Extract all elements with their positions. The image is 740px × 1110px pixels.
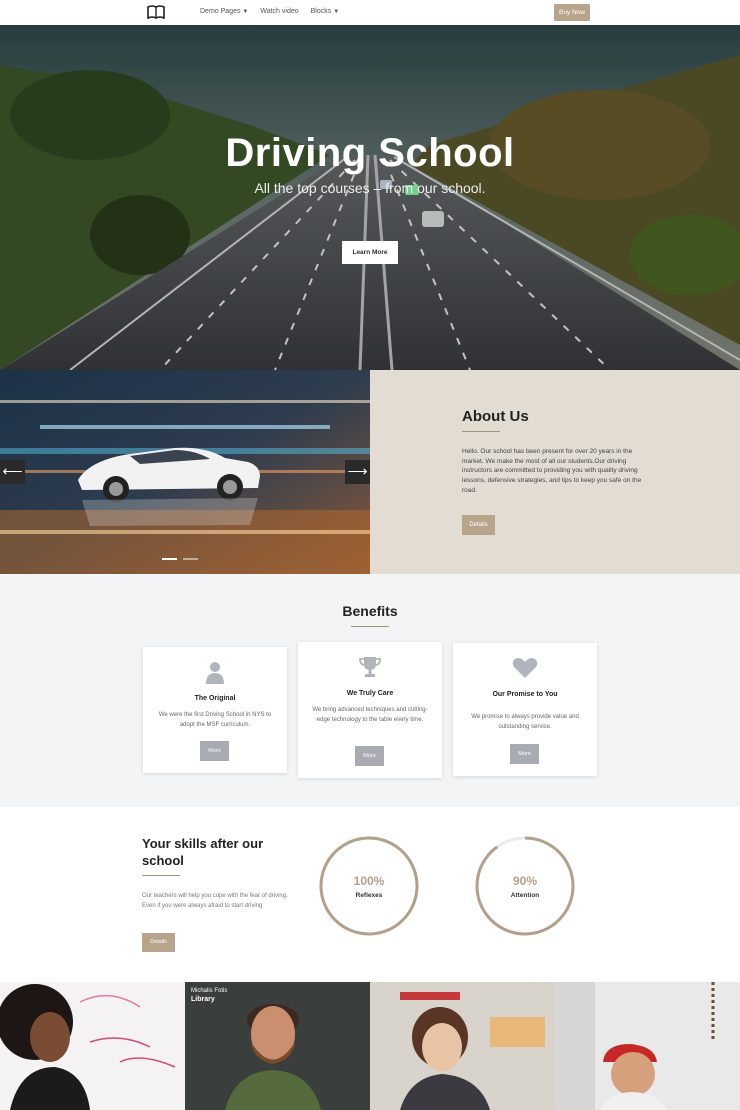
trophy-icon — [298, 656, 442, 680]
benefits-section: Benefits The Original We were the first … — [0, 574, 740, 807]
hero-subtitle: All the top courses – from our school. — [254, 180, 486, 196]
skills-section: Your skills after our school Our teacher… — [0, 807, 740, 982]
man-red-cap-image — [555, 982, 740, 1110]
user-icon — [143, 661, 287, 685]
benefit-card-care: We Truly Care We bring advanced techniqu… — [298, 642, 442, 778]
team-photo-4[interactable] — [555, 982, 740, 1110]
heart-icon — [453, 657, 597, 681]
car-slider[interactable] — [0, 370, 370, 574]
gauge-value: 90% — [512, 874, 538, 888]
slider-next-arrow[interactable]: ⟶ — [345, 460, 370, 484]
gauge-label: Attention — [510, 892, 540, 899]
benefit-more-button[interactable]: More — [510, 744, 539, 764]
benefits-divider — [351, 626, 389, 627]
gauge-label: Reflexes — [355, 892, 383, 899]
benefit-more-button[interactable]: More — [355, 746, 384, 766]
team-photo-3[interactable] — [370, 982, 555, 1110]
nav-blocks[interactable]: Blocks ▼ — [311, 8, 340, 15]
about-text: Hello. Our school has been present for o… — [462, 448, 642, 494]
skills-details-button[interactable]: Details — [142, 933, 175, 952]
girl-classroom-image — [370, 982, 555, 1110]
buy-now-button[interactable]: Buy Now — [554, 4, 590, 21]
benefit-card-text: We were the first Driving School in NYS … — [158, 712, 272, 728]
nav-demo-pages-label: Demo Pages — [200, 8, 241, 15]
hero-title: Driving School — [225, 131, 515, 175]
car-motion-image — [0, 370, 370, 574]
book-logo-icon[interactable] — [147, 5, 165, 19]
nav-blocks-label: Blocks — [310, 8, 332, 15]
benefit-more-button[interactable]: More — [200, 741, 229, 761]
team-member-role: Library — [191, 996, 215, 1003]
benefit-card-title: Our Promise to You — [492, 691, 558, 698]
about-title: About Us — [462, 408, 529, 425]
team-member-name: Michalis Fotis — [191, 988, 228, 994]
slider-dot-2[interactable] — [183, 558, 198, 560]
team-photo-1[interactable] — [0, 982, 185, 1110]
benefit-card-title: The Original — [194, 695, 236, 702]
gauge-reflexes: 100% Reflexes — [318, 835, 420, 937]
woman-whiteboard-image — [0, 982, 185, 1110]
gauge-value: 100% — [353, 874, 385, 888]
slider-prev-arrow[interactable]: ⟵ — [0, 460, 25, 484]
benefits-title: Benefits — [342, 603, 398, 619]
nav-links: Demo Pages ▼ Watch video Blocks ▼ — [200, 8, 339, 15]
benefit-card-original: The Original We were the first Driving S… — [143, 647, 287, 773]
caret-down-icon: ▼ — [242, 9, 249, 15]
about-divider — [462, 431, 500, 432]
top-navbar: Demo Pages ▼ Watch video Blocks ▼ Buy No… — [0, 0, 740, 25]
about-section: About Us Hello. Our school has been pres… — [370, 370, 740, 574]
slider-dots — [162, 558, 198, 560]
benefit-card-text: We bring advanced techniques and cutting… — [312, 707, 428, 723]
benefit-card-text: We promise to always provide value and o… — [471, 714, 579, 730]
skills-text: Our teachers will help you cope with the… — [142, 893, 288, 909]
benefit-card-promise: Our Promise to You We promise to always … — [453, 643, 597, 776]
learn-more-button[interactable]: Learn More — [342, 241, 398, 264]
nav-watch-video[interactable]: Watch video — [260, 8, 298, 15]
caret-down-icon: ▼ — [333, 9, 340, 15]
gauge-attention: 90% Attention — [474, 835, 576, 937]
hero-section: Driving School All the top courses – fro… — [0, 25, 740, 370]
highway-background-image — [0, 25, 740, 370]
about-details-button[interactable]: Details — [462, 515, 495, 535]
nav-demo-pages[interactable]: Demo Pages ▼ — [200, 8, 248, 15]
skills-title: Your skills after our school — [142, 836, 264, 868]
benefit-card-title: We Truly Care — [346, 690, 394, 697]
skills-divider — [142, 875, 180, 876]
slider-dot-1[interactable] — [162, 558, 177, 560]
team-section: Michalis Fotis Library — [0, 982, 740, 1110]
